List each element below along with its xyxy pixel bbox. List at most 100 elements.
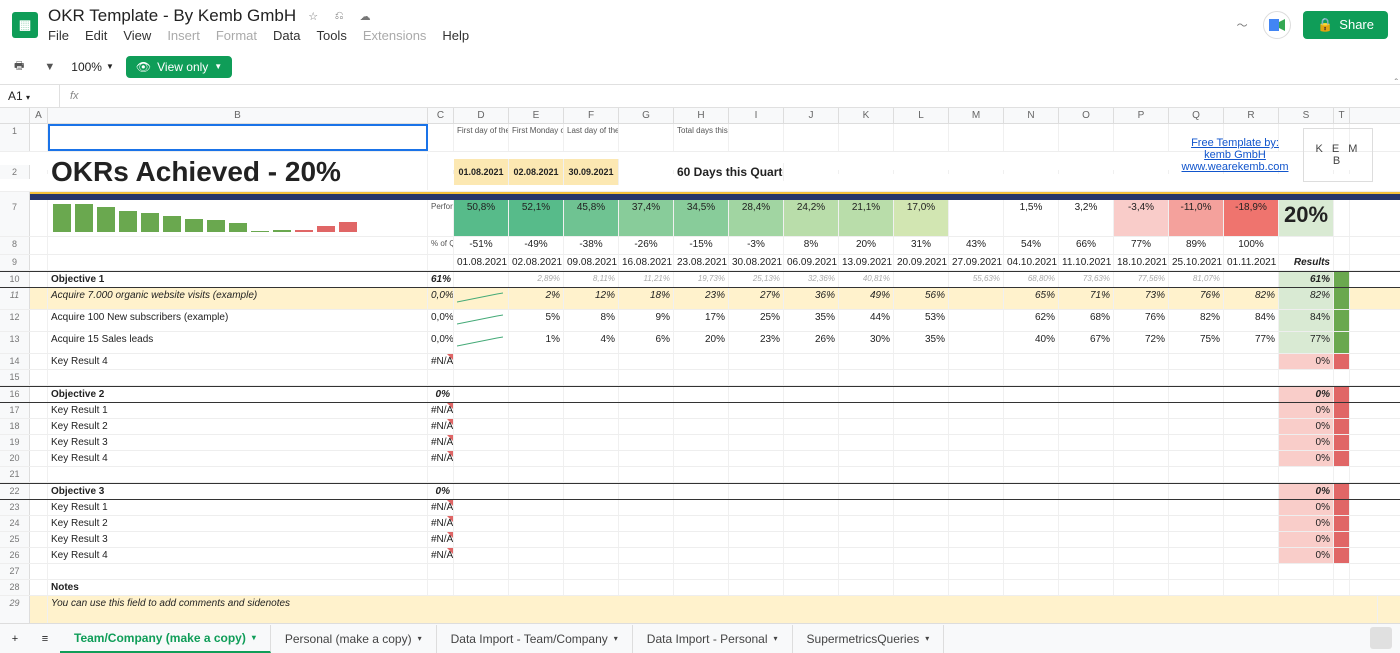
cell[interactable] (428, 467, 454, 482)
cell[interactable] (1059, 403, 1114, 418)
cell[interactable] (894, 370, 949, 385)
cell[interactable] (30, 170, 48, 174)
cell[interactable] (1004, 580, 1059, 595)
row-header[interactable]: 26 (0, 548, 30, 563)
cell[interactable] (1279, 580, 1334, 595)
cell[interactable] (674, 403, 729, 418)
cell[interactable] (894, 403, 949, 418)
cell[interactable] (729, 354, 784, 369)
cell[interactable] (619, 564, 674, 579)
cell[interactable] (894, 532, 949, 547)
col-header-K[interactable]: K (839, 108, 894, 123)
menu-view[interactable]: View (123, 28, 151, 43)
row-header[interactable]: 7 (0, 200, 30, 236)
cell[interactable] (1114, 354, 1169, 369)
menu-extensions[interactable]: Extensions (363, 28, 427, 43)
cell[interactable] (1004, 451, 1059, 466)
cell[interactable] (1169, 484, 1224, 499)
menu-tools[interactable]: Tools (316, 28, 346, 43)
cell[interactable] (1059, 370, 1114, 385)
cell[interactable] (30, 580, 48, 595)
cell[interactable] (1114, 580, 1169, 595)
move-icon[interactable]: ⎌ (330, 7, 348, 25)
cell[interactable] (30, 435, 48, 450)
col-header-O[interactable]: O (1059, 108, 1114, 123)
cell[interactable] (839, 500, 894, 515)
cell[interactable] (30, 548, 48, 563)
cell[interactable] (454, 484, 509, 499)
cell[interactable] (509, 516, 564, 531)
cell[interactable] (839, 451, 894, 466)
cell[interactable] (1059, 467, 1114, 482)
cell[interactable] (784, 170, 839, 174)
cell[interactable] (894, 516, 949, 531)
col-header-F[interactable]: F (564, 108, 619, 123)
cell[interactable] (428, 170, 454, 174)
cell[interactable] (454, 564, 509, 579)
cell[interactable] (1114, 516, 1169, 531)
sheets-logo[interactable]: ▦ (12, 12, 38, 38)
cell[interactable] (949, 548, 1004, 563)
cell[interactable] (784, 451, 839, 466)
cell[interactable] (729, 403, 784, 418)
cell[interactable] (1169, 354, 1224, 369)
cell[interactable] (1224, 419, 1279, 434)
cell[interactable] (894, 124, 949, 151)
cell[interactable] (894, 435, 949, 450)
cell[interactable] (1169, 435, 1224, 450)
cell[interactable] (1059, 435, 1114, 450)
cell[interactable] (1169, 451, 1224, 466)
cell[interactable] (894, 484, 949, 499)
cloud-icon[interactable]: ☁ (356, 7, 374, 25)
cell[interactable] (30, 500, 48, 515)
cell[interactable] (1059, 451, 1114, 466)
cell[interactable] (784, 435, 839, 450)
cell[interactable] (1224, 500, 1279, 515)
doc-title[interactable]: OKR Template - By Kemb GmbH (48, 6, 296, 26)
cell[interactable] (894, 419, 949, 434)
cell[interactable] (619, 467, 674, 482)
cell[interactable] (1059, 500, 1114, 515)
row-header[interactable]: 27 (0, 564, 30, 579)
cell[interactable] (1004, 419, 1059, 434)
cell[interactable] (564, 354, 619, 369)
cell[interactable] (619, 419, 674, 434)
cell[interactable] (564, 467, 619, 482)
cell[interactable] (509, 580, 564, 595)
cell[interactable] (30, 332, 48, 353)
cell[interactable] (619, 354, 674, 369)
col-header-Q[interactable]: Q (1169, 108, 1224, 123)
cell[interactable] (619, 435, 674, 450)
cell[interactable] (1334, 564, 1350, 579)
cell[interactable] (949, 435, 1004, 450)
cell[interactable] (674, 435, 729, 450)
cell[interactable] (564, 451, 619, 466)
chevron-down-icon[interactable]: ▾ (614, 634, 618, 643)
cell[interactable] (619, 484, 674, 499)
cell[interactable] (564, 403, 619, 418)
cell[interactable] (428, 580, 454, 595)
cell[interactable] (1169, 532, 1224, 547)
cell[interactable] (1114, 500, 1169, 515)
cell[interactable] (1004, 500, 1059, 515)
cell[interactable] (784, 370, 839, 385)
cell[interactable] (454, 532, 509, 547)
cell[interactable] (894, 354, 949, 369)
cell[interactable] (674, 548, 729, 563)
cell[interactable] (30, 532, 48, 547)
cell[interactable] (1224, 532, 1279, 547)
cell[interactable] (1004, 532, 1059, 547)
menu-edit[interactable]: Edit (85, 28, 107, 43)
sheet-tab[interactable]: SupermetricsQueries ▾ (793, 625, 945, 653)
cell[interactable] (454, 435, 509, 450)
cell[interactable] (674, 532, 729, 547)
cell[interactable] (839, 354, 894, 369)
cell[interactable] (30, 310, 48, 331)
cell[interactable] (729, 580, 784, 595)
cell[interactable] (1224, 451, 1279, 466)
cell[interactable] (1334, 255, 1350, 270)
cell[interactable] (839, 403, 894, 418)
cell[interactable] (1169, 467, 1224, 482)
cell[interactable] (949, 451, 1004, 466)
cell[interactable] (1224, 387, 1279, 402)
